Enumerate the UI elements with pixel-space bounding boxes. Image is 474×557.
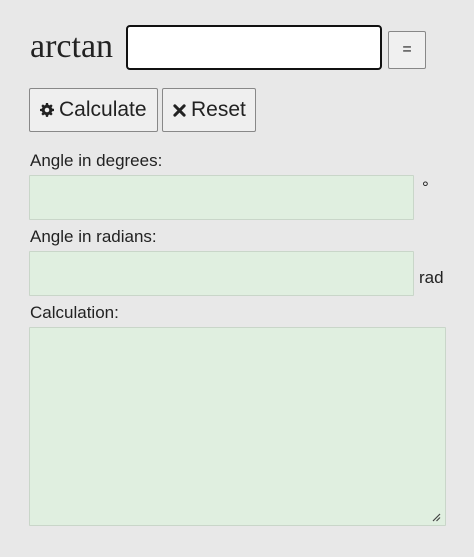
- calculate-button[interactable]: Calculate: [29, 88, 158, 132]
- degrees-output[interactable]: [29, 175, 414, 220]
- calculation-output[interactable]: [29, 327, 446, 526]
- calculate-button-label: Calculate: [59, 98, 147, 121]
- arctan-label: arctan: [30, 28, 114, 65]
- radians-label: Angle in radians:: [30, 227, 157, 246]
- degrees-label: Angle in degrees:: [30, 151, 163, 170]
- reset-button-label: Reset: [191, 98, 246, 121]
- arctan-input[interactable]: [126, 25, 382, 70]
- x-icon: [173, 103, 186, 117]
- calculation-label: Calculation:: [30, 303, 119, 322]
- radians-unit: rad: [419, 268, 444, 287]
- gear-icon: [40, 103, 54, 117]
- resize-grip-icon[interactable]: [431, 512, 441, 522]
- reset-button[interactable]: Reset: [162, 88, 256, 132]
- equals-button[interactable]: =: [388, 31, 426, 69]
- radians-output[interactable]: [29, 251, 414, 296]
- degrees-unit: °: [422, 178, 429, 197]
